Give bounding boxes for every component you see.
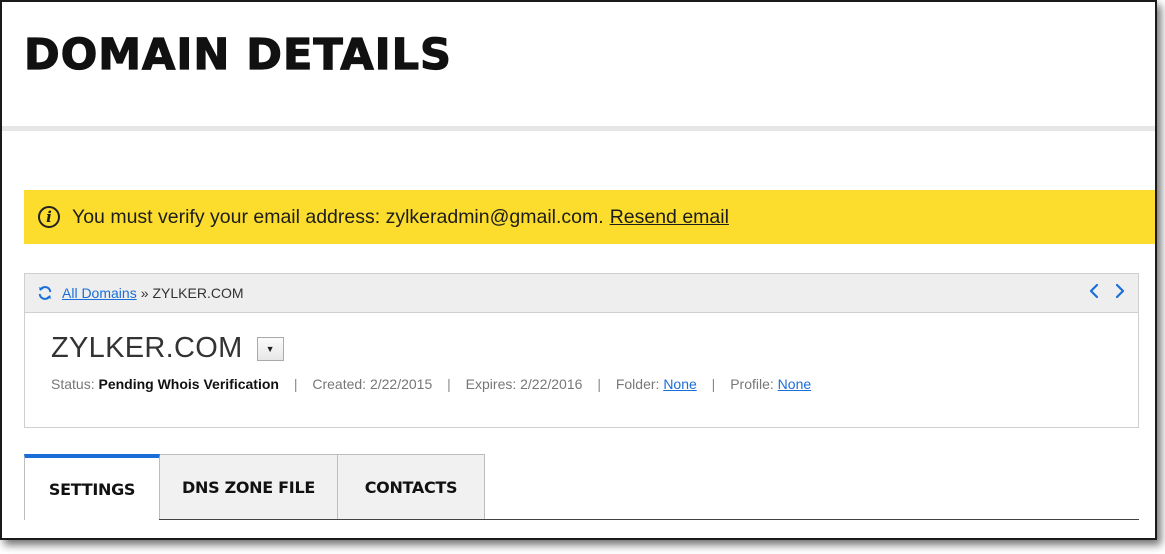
status-value: Pending Whois Verification <box>98 376 279 392</box>
profile-link[interactable]: None <box>778 376 811 392</box>
tab-settings[interactable]: SETTINGS <box>24 454 160 520</box>
breadcrumb-current: ZYLKER.COM <box>152 285 244 301</box>
domain-heading: ZYLKER.COM ▼ <box>51 332 284 365</box>
folder-label: Folder: <box>615 376 660 392</box>
meta-separator: | <box>597 376 601 392</box>
status-label: Status: <box>51 376 95 392</box>
chevron-left-icon[interactable] <box>1088 282 1100 300</box>
breadcrumb: All Domains » ZYLKER.COM <box>25 274 1138 313</box>
expires-date: Expires: 2/22/2016 <box>465 376 583 392</box>
alert-message: You must verify your email address: zylk… <box>72 205 604 228</box>
verify-email-alert: i You must verify your email address: zy… <box>24 190 1155 244</box>
title-divider <box>2 126 1155 131</box>
page-title: DOMAIN DETAILS <box>23 29 452 80</box>
domain-card: All Domains » ZYLKER.COM ZYLKER.COM ▼ St… <box>24 273 1139 428</box>
domain-meta: Status: Pending Whois Verification | Cre… <box>51 376 811 392</box>
breadcrumb-separator: » <box>140 285 149 301</box>
domain-tabs: SETTINGS DNS ZONE FILE CONTACTS <box>24 454 485 520</box>
chevron-right-icon[interactable] <box>1114 282 1126 300</box>
tab-dns-zone-file[interactable]: DNS ZONE FILE <box>160 454 338 520</box>
tab-divider <box>159 519 1139 520</box>
refresh-icon[interactable] <box>37 285 53 301</box>
all-domains-link[interactable]: All Domains <box>62 285 137 301</box>
domain-nav <box>1088 282 1126 300</box>
profile-label: Profile: <box>730 376 774 392</box>
meta-separator: | <box>293 376 298 392</box>
meta-separator: | <box>711 376 716 392</box>
folder-link[interactable]: None <box>663 376 696 392</box>
created-date: Created: 2/22/2015 <box>312 376 433 392</box>
domain-actions-dropdown[interactable]: ▼ <box>256 336 284 361</box>
domain-name: ZYLKER.COM <box>51 332 243 364</box>
meta-separator: | <box>447 376 451 392</box>
resend-email-link[interactable]: Resend email <box>610 206 729 229</box>
app-window: DOMAIN DETAILS i You must verify your em… <box>0 0 1157 540</box>
info-icon: i <box>38 206 60 228</box>
caret-down-icon: ▼ <box>265 343 275 354</box>
tab-contacts[interactable]: CONTACTS <box>338 454 485 520</box>
